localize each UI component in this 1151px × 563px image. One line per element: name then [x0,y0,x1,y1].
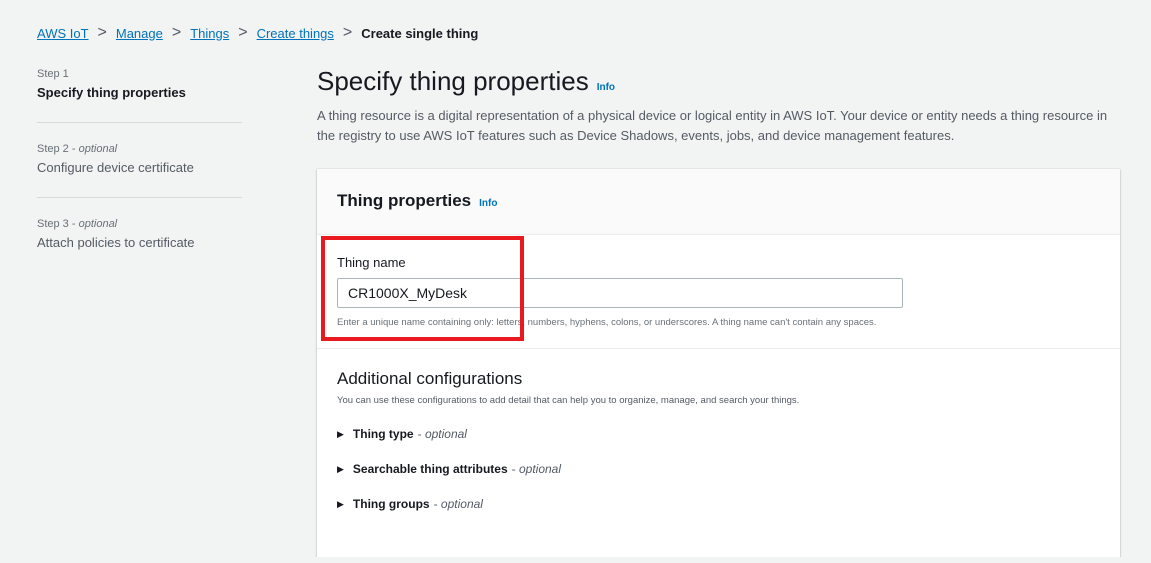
field-hint: Enter a unique name containing only: let… [337,317,877,328]
thing-properties-panel: Thing properties Info Thing name Enter a… [317,169,1120,563]
panel-header: Thing properties Info [317,169,1120,235]
thing-groups-expander[interactable]: ▶ Thing groups - optional [337,497,1100,511]
page-title: Specify thing properties [317,66,589,96]
expander-label: Thing groups [352,497,430,511]
expander-optional: - optional [511,462,562,476]
info-link[interactable]: Info [597,82,615,93]
main-content: Specify thing properties Info A thing re… [317,66,1121,563]
breadcrumb: AWS IoT > Manage > Things > Create thing… [37,25,478,41]
step-2[interactable]: Step 2 - optional Configure device certi… [37,143,242,191]
step-number: Step 2 - optional [37,143,118,155]
chevron-right-icon: > [97,24,107,41]
breadcrumb-create-things[interactable]: Create things [257,26,334,41]
create-thing-page: AWS IoT > Manage > Things > Create thing… [0,0,1151,563]
chevron-right-icon: > [238,24,248,41]
step-3[interactable]: Step 3 - optional Attach policies to cer… [37,218,242,266]
breadcrumb-current: Create single thing [361,25,479,41]
thing-name-field: Thing name Enter a unique name containin… [317,235,1120,349]
page-bottom-edge [0,557,1151,563]
breadcrumb-manage[interactable]: Manage [116,26,163,41]
step-title: Specify thing properties [37,85,186,100]
thing-name-input[interactable] [337,278,903,308]
step-number: Step 3 - optional [37,218,118,230]
searchable-attributes-expander[interactable]: ▶ Searchable thing attributes - optional [337,462,1100,476]
expander-label: Thing type [352,427,414,441]
step-title: Configure device certificate [37,160,194,175]
caret-right-icon: ▶ [337,428,344,439]
page-description: A thing resource is a digital representa… [317,108,1108,143]
wizard-steps: Step 1 Specify thing properties Step 2 -… [37,68,242,266]
expander-optional: - optional [433,497,483,511]
step-divider [37,197,242,198]
section-title: Additional configurations [337,369,523,388]
step-number: Step 1 [37,68,69,80]
info-link[interactable]: Info [479,198,497,209]
thing-type-expander[interactable]: ▶ Thing type - optional [337,427,1100,441]
panel-title: Thing properties [337,191,472,210]
step-divider [37,122,242,123]
expander-optional: - optional [417,427,467,441]
chevron-right-icon: > [342,24,353,41]
caret-right-icon: ▶ [337,498,344,509]
section-description: You can use these configurations to add … [337,395,800,406]
field-label: Thing name [337,255,406,270]
chevron-right-icon: > [171,24,182,41]
step-title: Attach policies to certificate [37,235,195,250]
step-1[interactable]: Step 1 Specify thing properties [37,68,242,116]
breadcrumb-things[interactable]: Things [190,26,229,41]
breadcrumb-aws-iot[interactable]: AWS IoT [37,26,89,41]
expander-label: Searchable thing attributes [352,462,508,476]
additional-configurations: Additional configurations You can use th… [317,349,1120,511]
caret-right-icon: ▶ [337,463,344,474]
page-title-row: Specify thing properties Info [317,66,1121,97]
